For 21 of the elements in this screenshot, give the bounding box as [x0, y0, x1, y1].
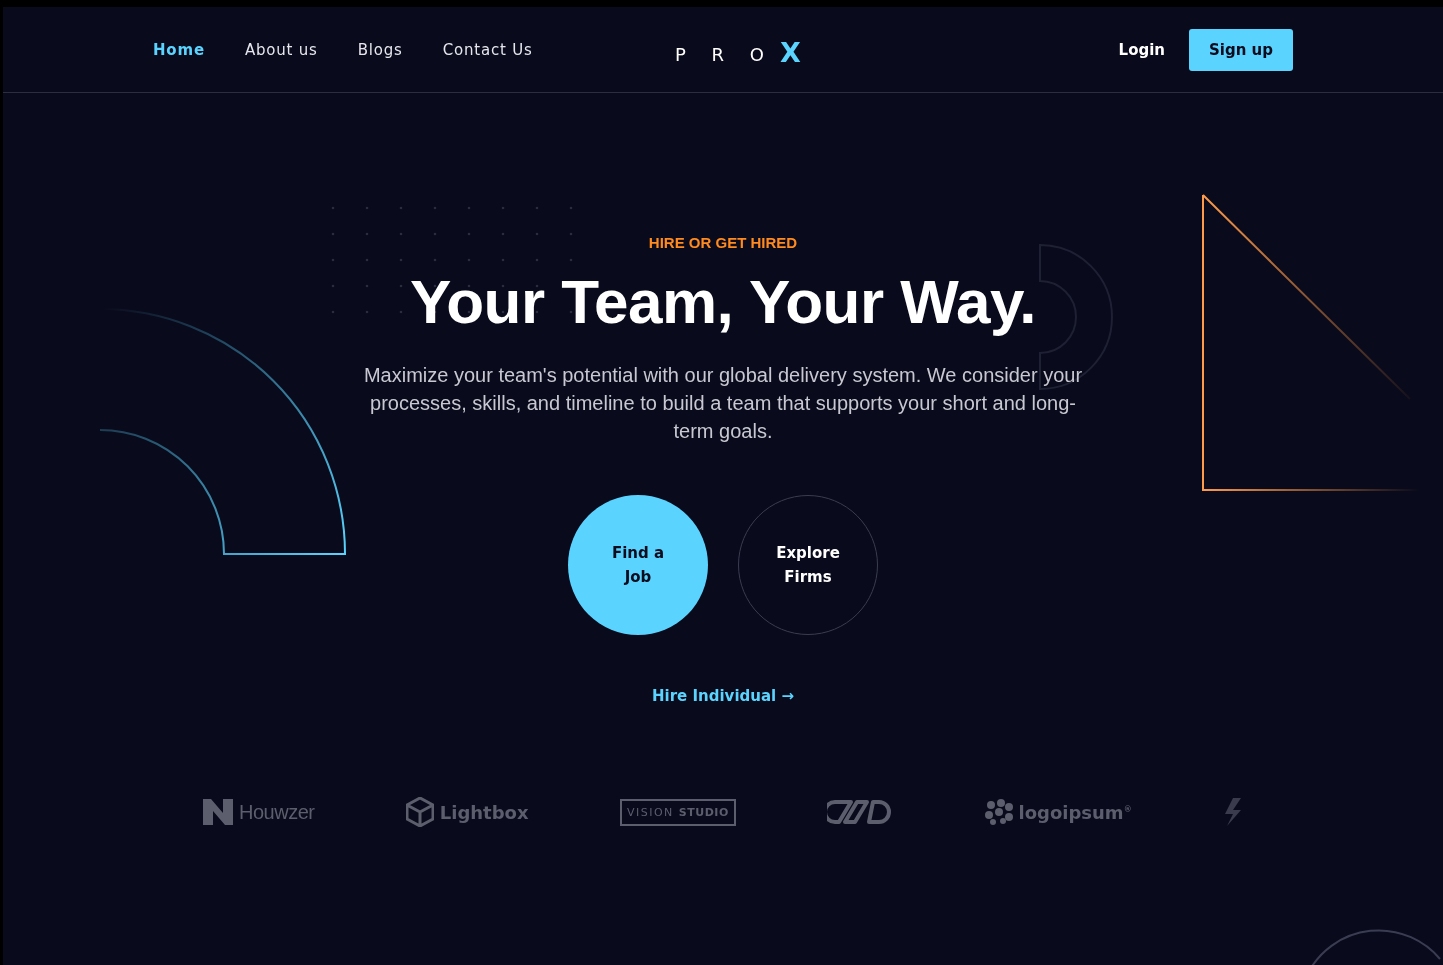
- logo-wordmark: logoipsum$^{®}$: [1018, 801, 1132, 823]
- chain-links-logo-icon: [827, 799, 894, 825]
- nav-link[interactable]: Blogs: [357, 40, 403, 59]
- nav-link[interactable]: About us: [244, 40, 318, 59]
- hero-description: Maximize your team's potential with our global delivery system. We consider your processes, skills, and timeline to build a team that supports your short and long-term goals.: [362, 363, 1084, 444]
- hire-individual-link[interactable]: Hire Individual →: [652, 687, 794, 705]
- bolt-logo-icon: [1223, 798, 1243, 826]
- nav-link[interactable]: Home: [153, 40, 205, 59]
- logo-wordmark: Houwzer: [239, 800, 315, 824]
- dots-cluster-icon: [984, 799, 1013, 825]
- logo-wordmark: Lightbox: [439, 801, 529, 823]
- find-job-button[interactable]: Find a Job: [568, 495, 708, 635]
- hero-heading: Your Team, Your Way.: [409, 267, 1037, 337]
- logo-wordmark: VISION STUDIO: [626, 805, 729, 819]
- cube-icon: [405, 797, 434, 827]
- nav-link[interactable]: Contact Us: [442, 40, 533, 59]
- hero-eyebrow: HIRE OR GET HIRED: [648, 234, 798, 251]
- brand-logo[interactable]: P R O X: [675, 37, 801, 68]
- n-letter-icon: [203, 799, 233, 825]
- login-link[interactable]: Login: [1118, 40, 1165, 59]
- signup-button[interactable]: Sign up: [1189, 28, 1293, 71]
